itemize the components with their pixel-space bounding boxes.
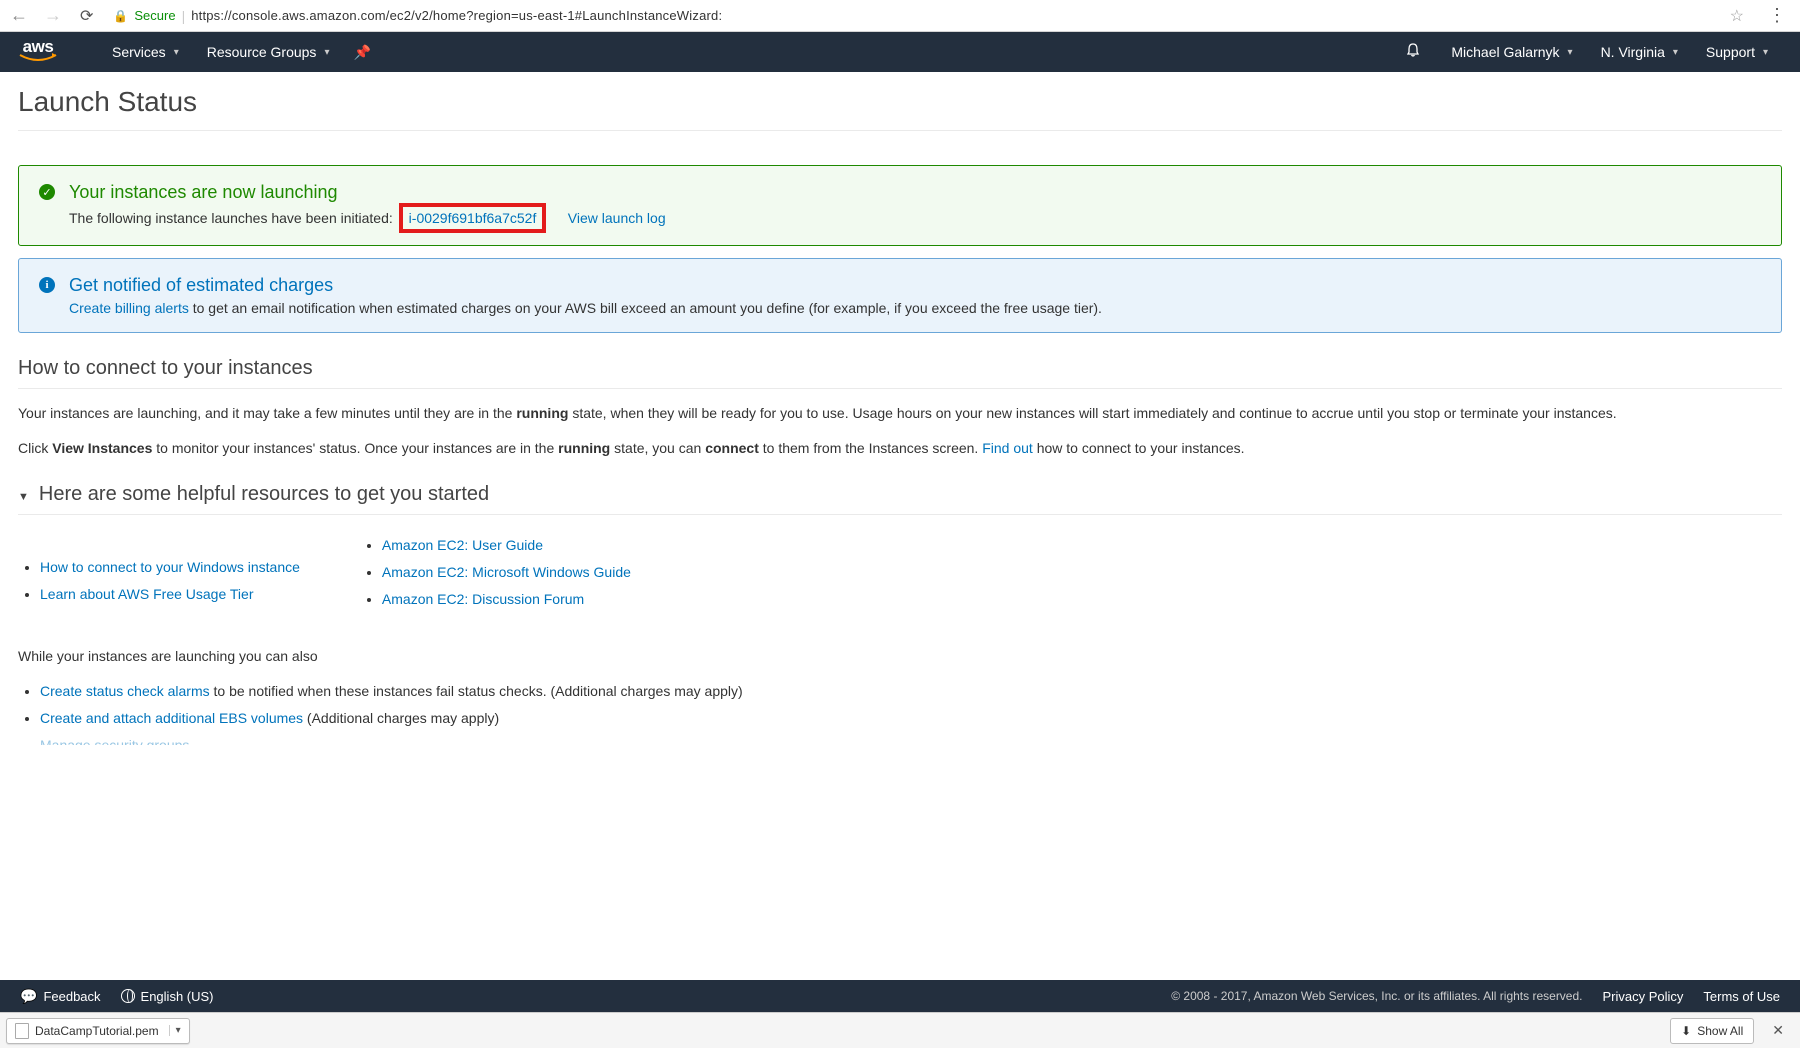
reload-button[interactable]: ⟳	[74, 6, 99, 26]
nav-support[interactable]: Support ▾	[1692, 44, 1782, 60]
resource-link[interactable]: Learn about AWS Free Usage Tier	[40, 586, 253, 602]
status-alarms-link[interactable]: Create status check alarms	[40, 683, 210, 699]
feedback-link[interactable]: 💬Feedback	[20, 988, 101, 1005]
resource-link[interactable]: Amazon EC2: User Guide	[382, 537, 543, 553]
list-item: How to connect to your Windows instance	[40, 557, 300, 578]
resource-link[interactable]: How to connect to your Windows instance	[40, 559, 300, 575]
list-item: Amazon EC2: Microsoft Windows Guide	[382, 562, 631, 583]
page-content: Launch Status ✓ Your instances are now l…	[0, 72, 1800, 745]
show-all-button[interactable]: ⬇ Show All	[1670, 1018, 1754, 1044]
connect-p2: Click View Instances to monitor your ins…	[18, 438, 1782, 459]
instance-id-link[interactable]: i-0029f691bf6a7c52f	[409, 210, 537, 226]
view-launch-log-link[interactable]: View launch log	[568, 210, 666, 226]
close-download-bar[interactable]: ✕	[1762, 1022, 1794, 1039]
info-title: Get notified of estimated charges	[69, 275, 1761, 296]
page-title: Launch Status	[18, 86, 1782, 131]
caret-icon: ▾	[174, 47, 179, 58]
download-bar: DataCampTutorial.pem ▾ ⬇ Show All ✕	[0, 1012, 1800, 1048]
aws-footer: 💬Feedback English (US) © 2008 - 2017, Am…	[0, 980, 1800, 1012]
info-body: Create billing alerts to get an email no…	[69, 300, 1761, 316]
aws-top-nav: aws Services ▾ Resource Groups ▾ 📌 Micha…	[0, 32, 1800, 72]
secure-label: Secure	[134, 8, 175, 23]
browser-chrome: ← → ⟳ 🔒 Secure | https://console.aws.ama…	[0, 0, 1800, 32]
list-item: Amazon EC2: Discussion Forum	[382, 589, 631, 610]
file-icon	[15, 1023, 29, 1039]
copyright-text: © 2008 - 2017, Amazon Web Services, Inc.…	[1171, 989, 1582, 1003]
chat-icon: 💬	[20, 988, 37, 1005]
caret-icon: ▾	[1673, 47, 1678, 58]
aws-logo[interactable]: aws	[18, 41, 58, 63]
list-item: Create and attach additional EBS volumes…	[40, 708, 1782, 729]
security-groups-link[interactable]: Manage security groups	[40, 737, 189, 745]
lock-icon: 🔒	[113, 9, 128, 23]
billing-info-alert: i Get notified of estimated charges Crea…	[18, 258, 1782, 333]
resource-columns: How to connect to your Windows instance …	[18, 529, 1782, 616]
back-button[interactable]: ←	[6, 5, 32, 26]
nav-user-label: Michael Galarnyk	[1451, 44, 1559, 60]
connect-p1: Your instances are launching, and it may…	[18, 403, 1782, 424]
connect-heading: How to connect to your instances	[18, 357, 1782, 389]
pin-icon[interactable]: 📌	[343, 44, 380, 61]
nav-resource-groups-label: Resource Groups	[207, 44, 317, 60]
check-icon: ✓	[39, 184, 55, 200]
info-body-text: to get an email notification when estima…	[189, 300, 1102, 316]
list-item: Create status check alarms to be notifie…	[40, 681, 1782, 702]
while-launching-list: Create status check alarms to be notifie…	[18, 681, 1782, 745]
language-link[interactable]: English (US)	[121, 989, 214, 1004]
caret-icon: ▾	[1568, 47, 1573, 58]
resource-col2: Amazon EC2: User Guide Amazon EC2: Micro…	[360, 529, 631, 616]
ebs-volumes-link[interactable]: Create and attach additional EBS volumes	[40, 710, 303, 726]
while-launching-heading: While your instances are launching you c…	[18, 646, 1782, 667]
success-prefix: The following instance launches have bee…	[69, 210, 397, 226]
success-title: Your instances are now launching	[69, 182, 1761, 203]
menu-icon[interactable]: ⋮	[1760, 5, 1794, 26]
globe-icon	[121, 989, 135, 1003]
terms-link[interactable]: Terms of Use	[1703, 989, 1780, 1004]
launch-success-alert: ✓ Your instances are now launching The f…	[18, 165, 1782, 246]
resources-heading[interactable]: Here are some helpful resources to get y…	[18, 483, 1782, 515]
caret-icon: ▾	[1763, 47, 1768, 58]
nav-services-label: Services	[112, 44, 166, 60]
resource-col1: How to connect to your Windows instance …	[18, 551, 300, 616]
chevron-down-icon[interactable]: ▾	[169, 1025, 181, 1036]
nav-user[interactable]: Michael Galarnyk ▾	[1437, 44, 1586, 60]
download-icon: ⬇	[1681, 1024, 1691, 1038]
nav-support-label: Support	[1706, 44, 1755, 60]
resource-link[interactable]: Amazon EC2: Microsoft Windows Guide	[382, 564, 631, 580]
privacy-link[interactable]: Privacy Policy	[1603, 989, 1684, 1004]
caret-icon: ▾	[324, 47, 329, 58]
list-item: Learn about AWS Free Usage Tier	[40, 584, 300, 605]
list-item: Manage security groups	[40, 735, 1782, 745]
download-chip[interactable]: DataCampTutorial.pem ▾	[6, 1018, 190, 1044]
instance-id-highlight: i-0029f691bf6a7c52f	[399, 203, 547, 233]
nav-services[interactable]: Services ▾	[98, 44, 193, 60]
nav-region-label: N. Virginia	[1601, 44, 1665, 60]
forward-button[interactable]: →	[40, 5, 66, 26]
nav-region[interactable]: N. Virginia ▾	[1587, 44, 1692, 60]
create-billing-alerts-link[interactable]: Create billing alerts	[69, 300, 189, 316]
list-item: Amazon EC2: User Guide	[382, 535, 631, 556]
url-text: https://console.aws.amazon.com/ec2/v2/ho…	[191, 8, 722, 23]
bookmark-icon[interactable]: ☆	[1722, 6, 1752, 26]
notifications-icon[interactable]	[1389, 42, 1437, 63]
success-body: The following instance launches have bee…	[69, 207, 1761, 229]
address-bar[interactable]: 🔒 Secure | https://console.aws.amazon.co…	[107, 8, 1713, 24]
nav-resource-groups[interactable]: Resource Groups ▾	[193, 44, 344, 60]
resource-link[interactable]: Amazon EC2: Discussion Forum	[382, 591, 584, 607]
info-icon: i	[39, 277, 55, 293]
find-out-link[interactable]: Find out	[982, 440, 1033, 456]
download-filename: DataCampTutorial.pem	[35, 1024, 159, 1038]
